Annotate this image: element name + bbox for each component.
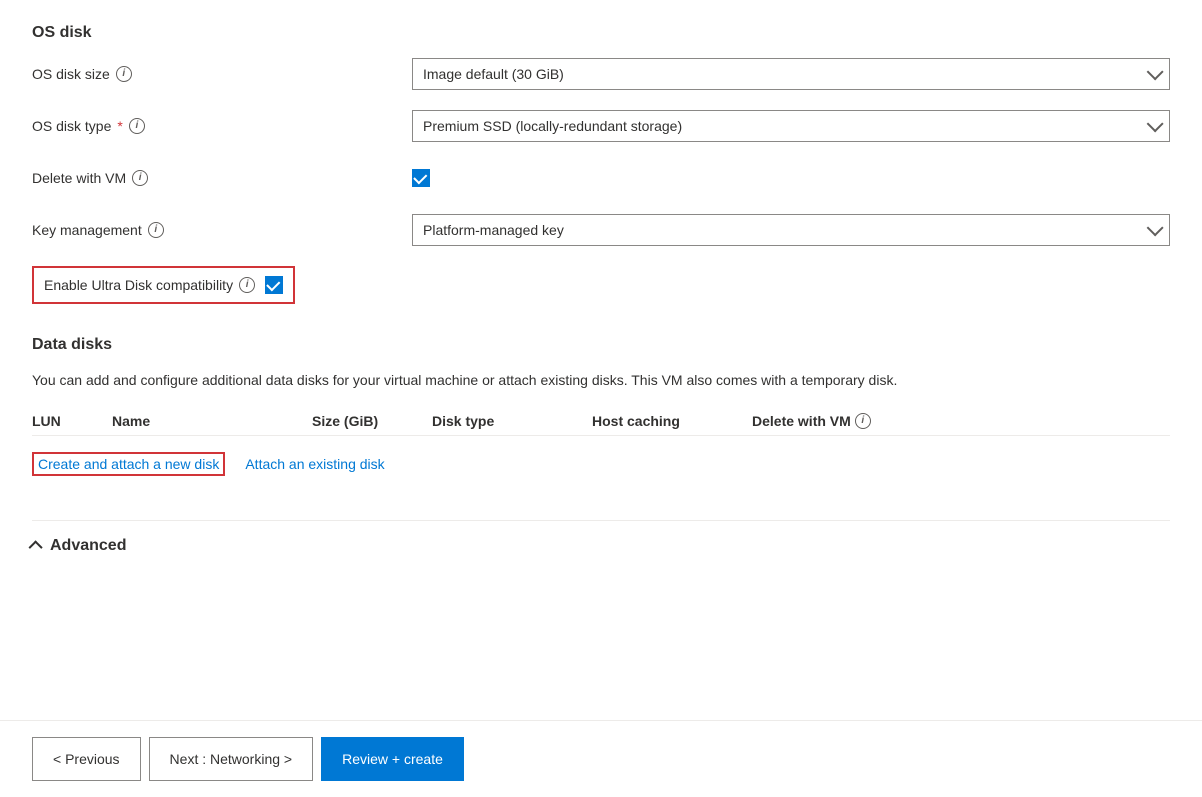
advanced-chevron-icon bbox=[29, 540, 43, 554]
data-disks-section: Data disks You can add and configure add… bbox=[32, 336, 1170, 488]
table-header-lun: LUN bbox=[32, 413, 112, 429]
os-disk-type-control: Premium SSD (locally-redundant storage) bbox=[412, 110, 1170, 142]
os-disk-size-control: Image default (30 GiB) bbox=[412, 58, 1170, 90]
table-header-disk-type: Disk type bbox=[432, 413, 592, 429]
required-indicator: * bbox=[117, 118, 122, 134]
attach-existing-disk-button[interactable]: Attach an existing disk bbox=[245, 456, 384, 472]
os-disk-section: OS disk OS disk size i Image default (30… bbox=[32, 24, 1170, 328]
delete-with-vm-checkbox-wrapper bbox=[412, 169, 1170, 187]
key-management-row: Key management i Platform-managed key bbox=[32, 214, 1170, 246]
table-header-host-caching: Host caching bbox=[592, 413, 752, 429]
os-disk-size-row: OS disk size i Image default (30 GiB) bbox=[32, 58, 1170, 90]
key-management-label: Key management i bbox=[32, 222, 412, 238]
delete-with-vm-info-icon[interactable]: i bbox=[132, 170, 148, 186]
table-header-name: Name bbox=[112, 413, 312, 429]
os-disk-size-select[interactable]: Image default (30 GiB) bbox=[412, 58, 1170, 90]
data-disks-table-header: LUN Name Size (GiB) Disk type Host cachi… bbox=[32, 407, 1170, 436]
delete-with-vm-checkbox[interactable] bbox=[412, 169, 430, 187]
os-disk-type-info-icon[interactable]: i bbox=[129, 118, 145, 134]
key-management-chevron-icon bbox=[1147, 219, 1164, 236]
advanced-title: Advanced bbox=[50, 537, 126, 555]
ultra-disk-label: Enable Ultra Disk compatibility i bbox=[44, 277, 255, 293]
os-disk-type-chevron-icon bbox=[1147, 115, 1164, 132]
review-create-button[interactable]: Review + create bbox=[321, 737, 464, 781]
data-disks-title: Data disks bbox=[32, 336, 1170, 354]
table-header-delete-vm-info-icon[interactable]: i bbox=[855, 413, 871, 429]
data-disks-description: You can add and configure additional dat… bbox=[32, 370, 912, 391]
footer: < Previous Next : Networking > Review + … bbox=[0, 720, 1202, 797]
next-networking-button[interactable]: Next : Networking > bbox=[149, 737, 314, 781]
delete-with-vm-row: Delete with VM i bbox=[32, 162, 1170, 194]
table-header-size: Size (GiB) bbox=[312, 413, 432, 429]
delete-with-vm-label: Delete with VM i bbox=[32, 170, 412, 186]
advanced-section: Advanced bbox=[32, 520, 1170, 555]
os-disk-type-label: OS disk type * i bbox=[32, 118, 412, 134]
os-disk-title: OS disk bbox=[32, 24, 1170, 42]
delete-with-vm-control bbox=[412, 169, 1170, 187]
key-management-select[interactable]: Platform-managed key bbox=[412, 214, 1170, 246]
ultra-disk-checkbox[interactable] bbox=[265, 276, 283, 294]
ultra-disk-row: Enable Ultra Disk compatibility i bbox=[32, 266, 295, 304]
previous-button[interactable]: < Previous bbox=[32, 737, 141, 781]
create-and-attach-disk-button[interactable]: Create and attach a new disk bbox=[32, 452, 225, 476]
key-management-control: Platform-managed key bbox=[412, 214, 1170, 246]
advanced-toggle[interactable]: Advanced bbox=[32, 537, 1170, 555]
os-disk-type-row: OS disk type * i Premium SSD (locally-re… bbox=[32, 110, 1170, 142]
table-header-delete-vm: Delete with VM i bbox=[752, 413, 932, 429]
os-disk-type-select[interactable]: Premium SSD (locally-redundant storage) bbox=[412, 110, 1170, 142]
os-disk-size-chevron-icon bbox=[1147, 63, 1164, 80]
os-disk-size-label: OS disk size i bbox=[32, 66, 412, 82]
key-management-info-icon[interactable]: i bbox=[148, 222, 164, 238]
table-actions: Create and attach a new disk Attach an e… bbox=[32, 440, 1170, 488]
os-disk-size-info-icon[interactable]: i bbox=[116, 66, 132, 82]
ultra-disk-info-icon[interactable]: i bbox=[239, 277, 255, 293]
